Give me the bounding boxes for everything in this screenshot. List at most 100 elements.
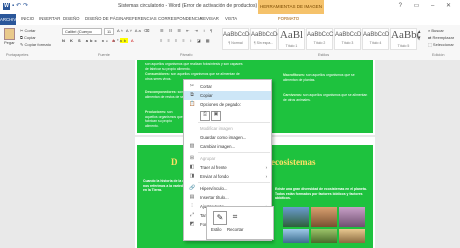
group-label-edicion: Edición bbox=[432, 53, 445, 57]
tab-vista[interactable]: VISTA bbox=[225, 16, 237, 21]
style-sin-espaciado[interactable]: AaBbCcDc ¶ Sin espa... bbox=[250, 28, 280, 50]
heading-suffix: ecosistemas bbox=[271, 157, 316, 167]
ecosystem-photo-5[interactable] bbox=[311, 229, 337, 243]
tab-inicio[interactable]: INICIO bbox=[21, 16, 34, 21]
ecosystem-photo-1[interactable] bbox=[283, 207, 309, 227]
find-label: Buscar bbox=[431, 28, 444, 33]
word-logo-icon: W bbox=[3, 3, 10, 10]
p1-block-3: Productores: son aquellos organismos que… bbox=[145, 110, 183, 128]
paste-button[interactable]: Pegar bbox=[4, 28, 15, 45]
quick-access-toolbar[interactable]: W ▪ ↶ ↷ bbox=[3, 2, 28, 10]
p1-right-0: Macrofitoses: son aquellos organismos qu… bbox=[283, 73, 355, 82]
scissors-icon: ✂ bbox=[20, 28, 24, 33]
tab-archivo[interactable]: ARCHIVO bbox=[0, 14, 20, 25]
font-name-select[interactable]: Calibri (Cuerpo bbox=[62, 28, 102, 35]
tab-revisar[interactable]: REVISAR bbox=[200, 16, 219, 21]
menu-item-group: ⊞ Agrupar bbox=[189, 155, 216, 162]
copy-button[interactable]: ⧉ Copiar bbox=[20, 35, 36, 40]
style-label: Estilo bbox=[211, 227, 222, 232]
change-image-icon: ▨ bbox=[189, 143, 195, 149]
menu-item-modify-image: Modificar imagen bbox=[200, 126, 233, 131]
format-painter-button[interactable]: ✎ Copiar formato bbox=[20, 42, 51, 47]
style-titulo-2[interactable]: AaBbCcC Título 2 bbox=[306, 28, 333, 50]
copy-icon: ⧉ bbox=[190, 92, 194, 98]
copy-icon: ⧉ bbox=[20, 35, 23, 40]
font-grow-shrink[interactable]: A˄ A˅ Aa ⌫ bbox=[117, 28, 150, 33]
heading-prefix: D bbox=[171, 157, 178, 167]
brush-icon: ✎ bbox=[20, 42, 24, 47]
font-size-select[interactable]: 11 bbox=[104, 28, 114, 35]
search-icon: ⌕ bbox=[428, 28, 431, 33]
window-controls[interactable]: ? ▭ – ✕ bbox=[399, 2, 456, 9]
select-button[interactable]: ⬚ Seleccionar bbox=[428, 42, 454, 47]
menu-item-copy[interactable]: ⧉ Copiar bbox=[184, 91, 271, 100]
replace-button[interactable]: ⇄ Reemplazar bbox=[428, 35, 454, 40]
context-tab-header: HERRAMIENTAS DE IMAGEN bbox=[258, 0, 324, 14]
redo-icon[interactable]: ↷ bbox=[23, 3, 28, 9]
hyperlink-icon: 🔗 bbox=[189, 185, 196, 191]
select-label: Seleccionar bbox=[432, 42, 454, 47]
scissors-icon: ✂ bbox=[189, 83, 195, 89]
tab-formato[interactable]: FORMATO bbox=[278, 16, 299, 21]
style-titulo-4[interactable]: AaBbCcD Título 4 bbox=[362, 28, 389, 50]
tab-insertar[interactable]: INSERTAR bbox=[39, 16, 60, 21]
menu-item-cut[interactable]: ✂ Cortar bbox=[184, 82, 271, 91]
group-icon: ⊞ bbox=[189, 155, 195, 161]
p1-block-0: son aquellos organismos que realizan fot… bbox=[145, 62, 243, 71]
group-label-parrafo: Párrafo bbox=[180, 53, 193, 57]
copy-label: Copiar bbox=[23, 35, 36, 40]
style-titulo-1[interactable]: AaBl Título 1 bbox=[278, 28, 305, 50]
tab-referencias[interactable]: REFERENCIAS bbox=[126, 16, 157, 21]
tab-correspondencia[interactable]: CORRESPONDENCIA bbox=[158, 16, 202, 21]
styles-scroll[interactable]: ▴ ▾ bbox=[418, 29, 421, 41]
p2-right-text: Existe una gran diversidad de ecosistema… bbox=[275, 187, 367, 201]
title-bar: W ▪ ↶ ↷ Sistemas circulatorio - Word (Er… bbox=[0, 0, 460, 14]
find-button[interactable]: ⌕ Buscar bbox=[428, 28, 444, 33]
submenu-arrow-icon: › bbox=[265, 174, 267, 179]
style-normal[interactable]: AaBbCcDc ¶ Normal bbox=[222, 28, 252, 50]
submenu-arrow-icon: › bbox=[265, 165, 267, 170]
paste-label: Pegar bbox=[4, 40, 15, 45]
ecosystem-photo-6[interactable] bbox=[339, 229, 365, 243]
menu-item-hyperlink[interactable]: 🔗 Hipervínculo... bbox=[184, 184, 271, 193]
ribbon: Pegar ✂ Cortar ⧉ Copiar ✎ Copiar formato… bbox=[0, 25, 460, 61]
menu-item-insert-caption[interactable]: ▤ Insertar título... bbox=[184, 193, 271, 202]
paragraph-align-buttons[interactable]: ≡ ≡ ≡ ≡ ↕ ◪ ▦ bbox=[160, 38, 212, 43]
save-icon[interactable]: ▪ bbox=[12, 3, 14, 9]
style-titulo-5[interactable]: AaBb(Título 5 bbox=[390, 28, 420, 50]
format-image-icon: ◩ bbox=[189, 221, 195, 227]
group-label-portapapeles: Portapapeles bbox=[6, 53, 29, 57]
crop-label: Recortar bbox=[227, 227, 244, 232]
paste-picture-icon: ▣ bbox=[211, 111, 221, 121]
paragraph-list-buttons[interactable]: ☰ ☷ ☰ ⇤ ⇥ ↕ ¶ bbox=[160, 28, 214, 33]
ecosystem-photo-4[interactable] bbox=[283, 229, 309, 243]
ecosystem-photo-2[interactable] bbox=[311, 207, 337, 227]
replace-label: Reemplazar bbox=[432, 35, 455, 40]
menu-item-paste-buttons[interactable]: ⎙ ▣ bbox=[184, 109, 271, 121]
mini-toolbar[interactable]: ✎ ⌗ Estilo Recortar bbox=[206, 206, 274, 240]
style-icon[interactable]: ✎ bbox=[213, 211, 227, 225]
paste-icon bbox=[4, 28, 15, 40]
select-icon: ⬚ bbox=[428, 42, 432, 47]
bring-front-icon: ◧ bbox=[189, 164, 195, 170]
tab-diseno[interactable]: DISEÑO bbox=[63, 16, 79, 21]
menu-item-bring-front[interactable]: ◧ Traer al frente › bbox=[184, 163, 271, 172]
size-position-icon: ⤢ bbox=[189, 212, 194, 218]
group-label-fuente: Fuente bbox=[98, 53, 110, 57]
style-titulo-3[interactable]: AaBbCcD Título 3 bbox=[334, 28, 361, 50]
menu-item-send-back[interactable]: ◨ Enviar al fondo › bbox=[184, 172, 271, 181]
crop-icon[interactable]: ⌗ bbox=[229, 211, 241, 223]
undo-icon[interactable]: ↶ bbox=[16, 3, 21, 9]
tab-diseno-pagina[interactable]: DISEÑO DE PÁGINA bbox=[85, 16, 126, 21]
caption-icon: ▤ bbox=[189, 194, 195, 200]
paste-buttons-icon: ⎙ bbox=[200, 111, 210, 121]
send-back-icon: ◨ bbox=[189, 173, 195, 179]
cut-button[interactable]: ✂ Cortar bbox=[20, 28, 36, 33]
cut-label: Cortar bbox=[24, 28, 36, 33]
ecosystem-photo-3[interactable] bbox=[339, 207, 365, 227]
menu-item-save-as-image[interactable]: Guardar como imagen... bbox=[184, 133, 271, 142]
replace-icon: ⇄ bbox=[428, 35, 432, 40]
menu-item-paste-options[interactable]: 📋 Opciones de pegado: bbox=[184, 100, 271, 109]
font-color-buttons[interactable]: A ab A bbox=[112, 38, 136, 43]
menu-item-change-image[interactable]: ▨ Cambiar imagen... bbox=[184, 142, 271, 151]
